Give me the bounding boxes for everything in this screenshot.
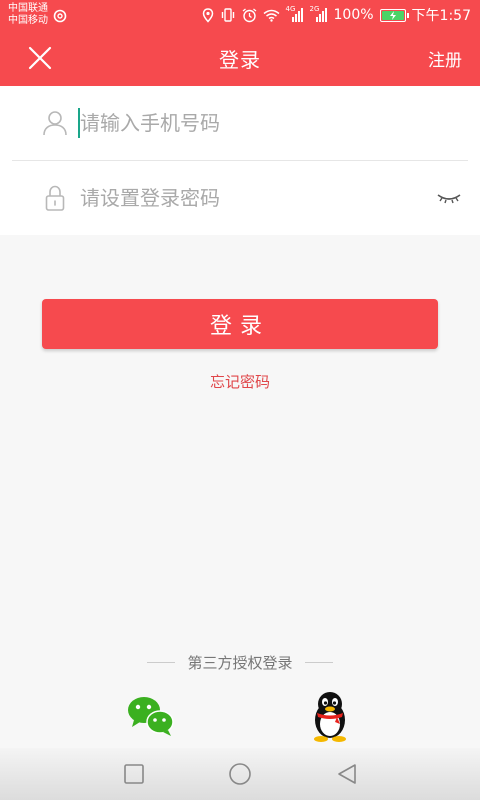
status-indicators: 4G 2G 100% 下午1:57 [202, 5, 471, 25]
password-input[interactable] [78, 181, 418, 215]
lock-icon [45, 185, 65, 211]
recent-apps-icon[interactable] [122, 762, 146, 786]
title-bar: 登录 注册 [0, 30, 480, 86]
status-bar: 中国联通 中国移动 4G 2G 100% 下午1:57 [0, 0, 480, 30]
register-link[interactable]: 注册 [428, 46, 462, 71]
qq-login-button[interactable] [308, 690, 352, 742]
eye-closed-icon[interactable] [436, 187, 462, 209]
password-row [0, 161, 480, 235]
page-title: 登录 [219, 48, 261, 72]
divider-line-right [304, 661, 333, 663]
battery-icon [379, 8, 409, 22]
user-icon [43, 111, 67, 136]
home-icon[interactable] [228, 762, 252, 786]
netease-music-icon [53, 8, 67, 27]
battery-percent: 100% [333, 7, 374, 23]
text-caret [78, 108, 80, 138]
vibrate-icon [220, 8, 236, 22]
signal-4g-icon: 4G [285, 5, 304, 22]
carrier-info: 中国联通 中国移动 [8, 3, 48, 27]
login-screen: 中国联通 中国移动 4G 2G 100% 下午1:57 登录 注册 请输入手机号… [0, 0, 480, 800]
wechat-login-button[interactable] [126, 694, 176, 738]
navigation-bar [0, 748, 480, 800]
carrier-2: 中国移动 [8, 15, 48, 26]
clock: 下午1:57 [411, 8, 471, 24]
carrier-1: 中国联通 [8, 3, 48, 14]
signal-2g-icon: 2G [309, 5, 328, 22]
qq-icon [314, 692, 346, 742]
alarm-icon [242, 7, 257, 23]
network-4g-label: 4G [285, 5, 296, 13]
wifi-icon [263, 9, 280, 22]
login-button[interactable]: 登录 [42, 299, 438, 349]
third-party-header: 第三方授权登录 [0, 651, 480, 673]
location-icon [202, 7, 214, 23]
divider-line-left [147, 661, 176, 663]
login-form [0, 86, 480, 235]
phone-row [0, 86, 480, 160]
phone-input[interactable] [78, 106, 418, 140]
back-icon[interactable] [335, 762, 359, 786]
forgot-password-link[interactable]: 忘记密码 [0, 371, 480, 392]
wechat-icon [128, 697, 174, 736]
network-2g-label: 2G [309, 5, 320, 13]
third-party-label: 第三方授权登录 [187, 653, 293, 672]
